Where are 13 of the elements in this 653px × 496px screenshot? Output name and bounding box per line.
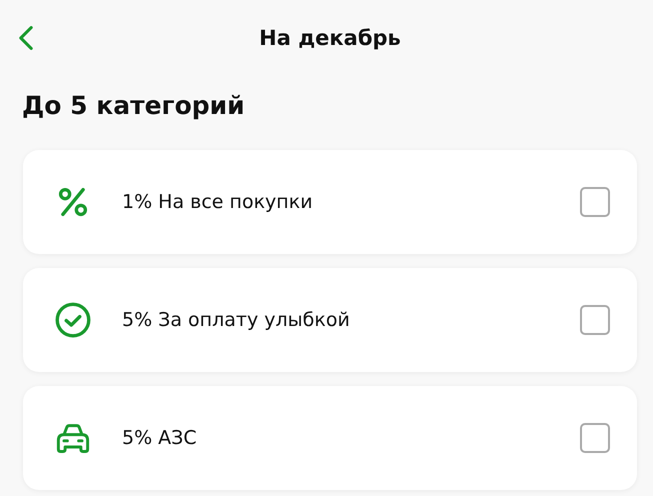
section-heading: До 5 категорий bbox=[22, 90, 246, 122]
check-circle-icon bbox=[55, 302, 91, 338]
checkbox[interactable] bbox=[580, 305, 610, 335]
category-card[interactable]: 1% На все покупки bbox=[23, 150, 637, 254]
category-label: 5% За оплату улыбкой bbox=[122, 309, 351, 331]
category-label: 1% На все покупки bbox=[122, 191, 314, 213]
category-label: 5% АЗС bbox=[122, 427, 198, 449]
checkbox[interactable] bbox=[580, 423, 610, 453]
category-card[interactable]: 5% АЗС bbox=[23, 386, 637, 490]
category-card[interactable]: 5% За оплату улыбкой bbox=[23, 268, 637, 372]
back-icon[interactable] bbox=[17, 25, 35, 51]
checkbox[interactable] bbox=[580, 187, 610, 217]
screen-title: На декабрь bbox=[258, 26, 402, 50]
